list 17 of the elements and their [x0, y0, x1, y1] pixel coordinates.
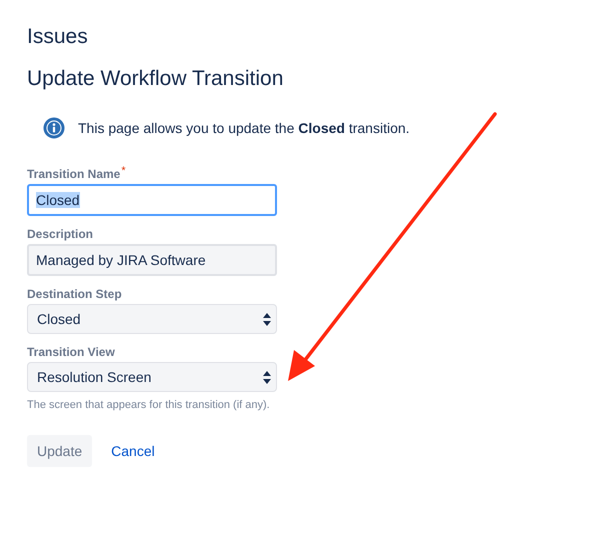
section-title: Issues	[27, 24, 89, 50]
cancel-link[interactable]: Cancel	[111, 443, 155, 459]
field-label: Description	[27, 226, 94, 242]
input-field[interactable]: Managed by JIRA Software	[27, 244, 277, 276]
required-mark: *	[121, 166, 126, 176]
dropdown[interactable]: Resolution Screen	[27, 362, 277, 392]
field-label: Destination Step	[27, 286, 122, 302]
field-label: Transition View	[27, 344, 115, 360]
info-message: This page allows you to update the Closed transition.	[78, 120, 410, 136]
field-label: Transition Name	[27, 166, 120, 182]
dropdown[interactable]: Closed	[27, 304, 277, 334]
help-text: The screen that appears for this transition (if any).	[27, 399, 271, 411]
updown-icon	[263, 370, 271, 384]
updown-icon	[263, 312, 271, 326]
info-icon	[43, 117, 65, 139]
page-title: Update Workflow Transition	[27, 66, 284, 92]
input-field[interactable]: Closed	[27, 184, 277, 216]
